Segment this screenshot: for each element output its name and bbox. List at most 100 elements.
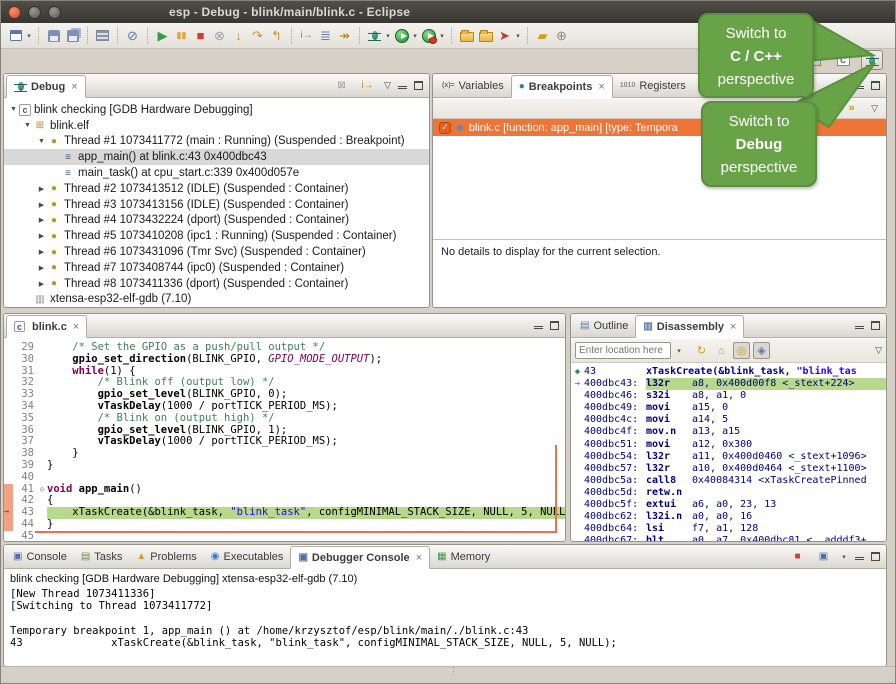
disassembly-line[interactable]: 400dbc51:movia12, 0x300 [571,439,886,451]
debug-tree-row[interactable]: ▶●Thread #4 1073432224 (dport) (Suspende… [4,213,429,229]
window-close-button[interactable] [8,6,21,19]
tab-problems[interactable]: ▲Problems [129,545,203,568]
fold-icon[interactable]: ⊖ [37,484,47,496]
home-icon[interactable]: ⌂ [713,342,730,359]
tab-debugger-console[interactable]: ▣Debugger Console× [290,546,430,569]
code-line[interactable]: 45 [4,531,565,541]
dropdown-icon[interactable]: ▾ [514,32,522,40]
disassembly-line[interactable]: 400dbc62:l32i.na0, a0, 16 [571,511,886,523]
expander-icon[interactable]: ▶ [36,264,47,272]
clean-icon[interactable]: ▰ [533,26,552,46]
maximize-icon[interactable] [871,321,880,330]
disassembly-line[interactable]: 400dbc57:l32ra10, 0x400d0464 <_stext+110… [571,463,886,475]
view-menu-icon[interactable]: ▽ [875,345,882,356]
open-folder-icon[interactable] [476,26,495,46]
instruction-mode-icon[interactable]: i→ [358,76,377,96]
disassembly-listing[interactable]: ◆43xTaskCreate(&blink_task, "blink_tas→4… [571,364,886,541]
tab-console[interactable]: ▣Console [6,545,74,568]
debug-tree-row[interactable]: ▶●Thread #6 1073431096 (Tmr Svc) (Suspen… [4,244,429,260]
run-launch-icon[interactable] [392,26,411,46]
disassembly-line[interactable]: 400dbc4c:movia14, 5 [571,414,886,426]
build-icon[interactable] [93,26,112,46]
debug-tree-row[interactable]: ≡app_main() at blink.c:43 0x400dbc43 [4,149,429,165]
window-maximize-button[interactable] [48,6,61,19]
debug-launch-icon[interactable] [365,26,384,46]
dropdown-icon[interactable]: ▾ [25,32,33,40]
debug-tree-row[interactable]: ▥xtensa-esp32-elf-gdb (7.10) [4,292,429,307]
save-icon[interactable] [44,26,63,46]
debug-tree-row[interactable]: ▶●Thread #2 1073413512 (IDLE) (Suspended… [4,181,429,197]
code-line[interactable]: →43 xTaskCreate(&blink_task, "blink_task… [4,507,565,519]
close-icon[interactable]: × [416,552,422,564]
disassembly-line[interactable]: 400dbc4f:mov.na13, a15 [571,426,886,438]
breakpoint-row[interactable]: ✓ ◉ blink.c [function: app_main] [type: … [433,119,886,136]
disassembly-line[interactable]: 400dbc49:movia15, 0 [571,402,886,414]
code-line[interactable]: 39} [4,460,565,472]
tab-disassembly[interactable]: ▥Disassembly× [635,315,744,338]
code-line[interactable]: 38 } [4,448,565,460]
dropdown-icon[interactable]: ▾ [438,32,446,40]
code-editor[interactable]: 29 /* Set the GPIO as a push/pull output… [4,339,565,541]
new-wizard-icon[interactable] [6,26,25,46]
window-minimize-button[interactable] [28,6,41,19]
skip-breakpoints-icon[interactable]: ⊘ [123,26,142,46]
tab-outline[interactable]: ▤Outline [573,314,635,337]
skip-all-breakpoints-icon[interactable]: » [842,99,861,119]
refresh-icon[interactable]: ↻ [693,342,710,359]
disassembly-line[interactable]: 400dbc5d:retw.n [571,487,886,499]
debug-tree-row[interactable]: ≡main_task() at cpu_start.c:339 0x400d05… [4,165,429,181]
disassembly-line[interactable]: 400dbc5f:extuia6, a0, 23, 13 [571,499,886,511]
close-icon[interactable]: × [71,81,77,93]
cpp-perspective-button[interactable]: C [832,50,854,70]
tab-registers[interactable]: 1010Registers [613,74,693,97]
debug-tree-row[interactable]: ▼⊞blink.elf [4,118,429,134]
expander-icon[interactable]: ▶ [36,248,47,256]
dropdown-icon[interactable]: ▾ [411,32,419,40]
view-menu-icon[interactable]: ▽ [384,80,391,91]
terminate-console-icon[interactable]: ■ [788,547,807,567]
disassembly-line[interactable]: →400dbc43:l32ra8, 0x400d00f8 <_stext+224… [571,378,886,390]
dropdown-icon[interactable]: ▾ [384,32,392,40]
close-icon[interactable]: × [598,81,604,93]
debug-tree-row[interactable]: ▶●Thread #8 1073411336 (dport) (Suspende… [4,276,429,292]
tab-tasks[interactable]: ▤Tasks [74,545,130,568]
step-return-icon[interactable]: ↰ [267,26,286,46]
minimize-icon[interactable] [398,86,407,89]
terminate-icon[interactable]: ■ [191,26,210,46]
location-dropdown-icon[interactable]: ▾ [675,347,683,355]
flash-icon[interactable]: ➤ [495,26,514,46]
expander-icon[interactable]: ▼ [8,106,19,113]
expander-icon[interactable]: ▶ [36,185,47,193]
suspend-icon[interactable]: ▮▮ [172,26,191,46]
view-menu-icon[interactable]: ▽ [871,103,878,114]
debug-tree-row[interactable]: ▶●Thread #5 1073410208 (ipc1 : Running) … [4,228,429,244]
location-input[interactable] [575,342,671,359]
minimize-icon[interactable] [855,326,864,329]
expander-icon[interactable]: ▶ [36,201,47,209]
tab-breakpoints[interactable]: ●Breakpoints× [511,75,613,98]
maximize-icon[interactable] [871,81,880,90]
console-output[interactable]: [New Thread 1073411336][Switching to Thr… [10,588,882,664]
debug-tree-row[interactable]: ▶●Thread #3 1073413156 (IDLE) (Suspended… [4,197,429,213]
debug-tree[interactable]: ▼cblink checking [GDB Hardware Debugging… [4,99,429,307]
code-line[interactable]: 44} [4,519,565,531]
maximize-icon[interactable] [550,321,559,330]
disassembly-line[interactable]: 400dbc67:blta0, a7, 0x400dbc81 <__adddf3… [571,535,886,541]
expander-icon[interactable]: ▼ [36,138,47,145]
disassembly-line[interactable]: 400dbc5a:call80x40084314 <xTaskCreatePin… [571,475,886,487]
disconnect-icon[interactable]: ⊗ [210,26,229,46]
trace-icon[interactable]: ↠ [335,26,354,46]
expander-icon[interactable]: ▶ [36,216,47,224]
minimize-icon[interactable] [534,326,543,329]
tab-executables[interactable]: ◉Executables [204,545,291,568]
track-expression-icon[interactable]: ◎ [733,342,750,359]
code-line[interactable]: 37 vTaskDelay(1000 / portTICK_PERIOD_MS)… [4,436,565,448]
minimize-icon[interactable] [855,86,864,89]
resume-icon[interactable]: ▶ [153,26,172,46]
tab-variables[interactable]: (x)=Variables [435,74,511,97]
sync-selection-icon[interactable]: ◈ [753,342,770,359]
disassembly-line[interactable]: 400dbc46:s32ia8, a1, 0 [571,390,886,402]
debug-tree-row[interactable]: ▼●Thread #1 1073411772 (main : Running) … [4,134,429,150]
step-into-icon[interactable]: ↓ [229,26,248,46]
disassembly-line[interactable]: 400dbc54:l32ra11, 0x400d0460 <_stext+109… [571,451,886,463]
